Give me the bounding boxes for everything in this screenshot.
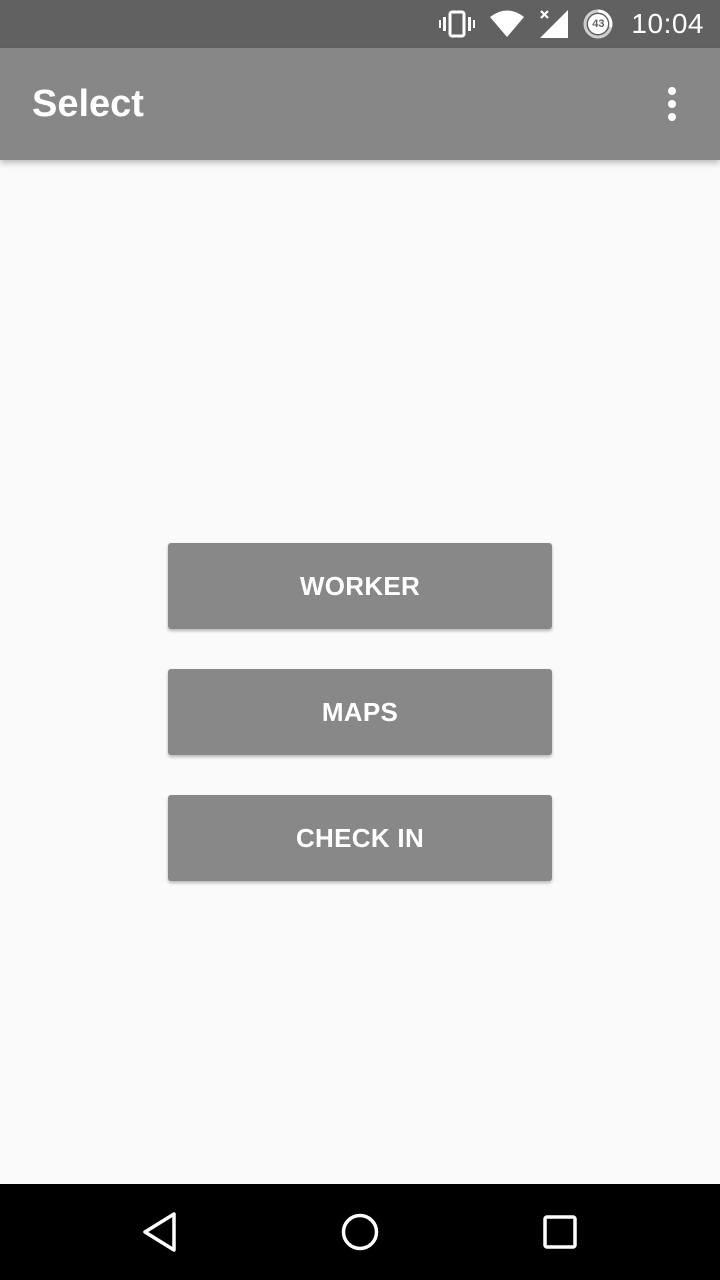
overflow-dot — [668, 87, 676, 95]
maps-button[interactable]: MAPS — [168, 669, 552, 755]
cell-signal-icon — [539, 9, 569, 39]
back-icon[interactable] — [100, 1184, 220, 1280]
more-vert-icon[interactable] — [652, 74, 692, 134]
navigation-bar — [0, 1184, 720, 1280]
vibrate-icon — [439, 10, 476, 38]
recents-icon[interactable] — [500, 1184, 620, 1280]
worker-button[interactable]: WORKER — [168, 543, 552, 629]
home-icon[interactable] — [300, 1184, 420, 1280]
check-in-button[interactable]: CHECK IN — [168, 795, 552, 881]
battery-level: 43 — [592, 18, 605, 30]
status-time: 10:04 — [631, 8, 704, 39]
main-content: WORKER MAPS CHECK IN — [0, 160, 720, 1184]
status-bar: 43 10:04 — [0, 0, 720, 48]
overflow-dot — [668, 113, 676, 121]
wifi-icon — [489, 10, 525, 38]
app-bar: Select — [0, 48, 720, 160]
status-icons: 43 10:04 — [439, 8, 704, 40]
page-title: Select — [32, 82, 144, 125]
overflow-dot — [668, 100, 676, 108]
battery-saver-icon: 43 — [583, 9, 613, 39]
